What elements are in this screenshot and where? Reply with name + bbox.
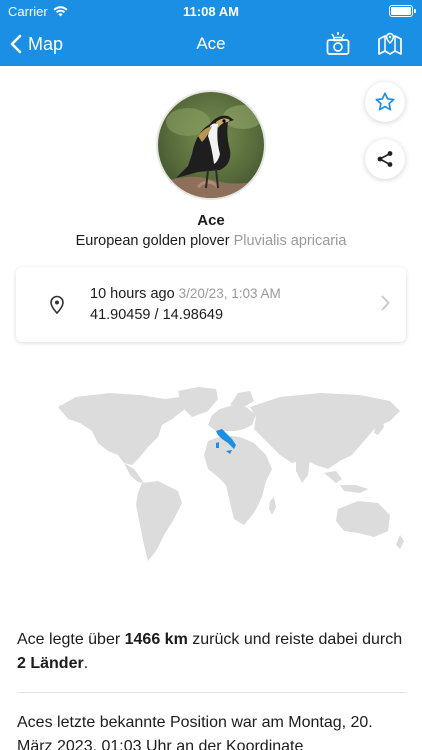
share-button[interactable] [365,139,405,179]
species-line: European golden plover Pluvialis apricari… [0,233,422,249]
camera-icon [326,32,350,55]
bird-avatar [156,90,266,200]
page-title: Ace [196,34,226,53]
last-location-card[interactable]: 10 hours ago 3/20/23, 1:03 AM 41.90459 / … [16,267,406,342]
chevron-right-icon [381,295,390,311]
common-name: European golden plover [75,233,230,249]
summary-text: . [83,655,89,672]
bird-name: Ace [197,212,225,229]
status-bar: Carrier 11:08 AM [0,0,422,22]
favorite-button[interactable] [365,82,405,122]
nav-bar: Map Ace [0,22,422,66]
relative-time: 10 hours ago [90,286,175,302]
share-icon [377,151,393,167]
countries-value: 2 Länder [17,655,84,672]
location-time-line: 10 hours ago 3/20/23, 1:03 AM [90,286,281,302]
timestamp: 3/20/23, 1:03 AM [178,286,281,301]
summary-text: Ace legte über [17,631,125,648]
battery-icon [389,5,416,17]
world-map [58,387,404,561]
status-time: 11:08 AM [183,4,239,19]
travel-summary: Ace legte über 1466 km zurück und reiste… [17,628,407,676]
summary-text: zurück und reiste dabei durch [187,631,403,648]
distance-value: 1466 km [124,631,188,648]
location-pin-icon [50,295,64,315]
camera-button[interactable] [324,30,352,58]
last-position-text: Aces letzte bekannte Position war am Mon… [17,714,373,750]
coordinates: 41.90459 / 14.98649 [90,307,224,323]
star-icon [375,92,395,111]
divider [17,692,407,693]
map-button[interactable] [376,30,404,58]
latin-name: Pluvialis apricaria [233,233,347,249]
map-icon [378,32,402,55]
